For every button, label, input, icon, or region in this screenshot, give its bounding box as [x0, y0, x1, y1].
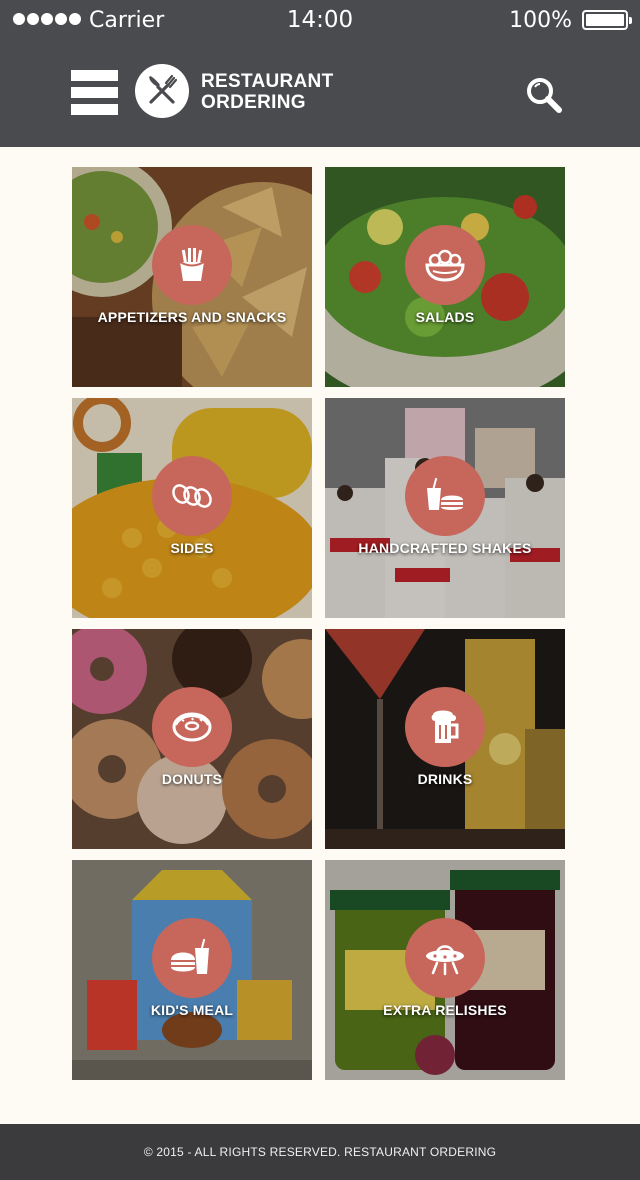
burger-drink-icon	[152, 918, 232, 998]
app-brand: RESTAURANT ORDERING	[201, 71, 333, 113]
category-tile-salads[interactable]: SALADS	[325, 167, 565, 387]
battery-percentage: 100%	[509, 8, 572, 33]
search-icon[interactable]	[525, 76, 563, 114]
footer: © 2015 - ALL RIGHTS RESERVED. RESTAURANT…	[0, 1124, 640, 1180]
battery-icon	[582, 10, 632, 30]
donut-icon	[152, 687, 232, 767]
category-label: HANDCRAFTED SHAKES	[358, 540, 532, 556]
category-label: DRINKS	[417, 771, 473, 787]
fork-knife-icon	[135, 64, 189, 118]
category-tile-sides[interactable]: SIDES	[72, 398, 312, 618]
salad-bowl-icon	[405, 225, 485, 305]
category-tile-shakes[interactable]: HANDCRAFTED SHAKES	[325, 398, 565, 618]
category-label: SALADS	[415, 309, 475, 325]
status-bar: Carrier 14:00 100%	[0, 0, 640, 40]
beer-mug-icon	[405, 687, 485, 767]
brand-line-1: RESTAURANT	[201, 71, 334, 92]
category-label: APPETIZERS AND SNACKS	[97, 309, 287, 325]
category-tile-extra-relishes[interactable]: EXTRA RELISHES	[325, 860, 565, 1080]
brand-line-2: ORDERING	[201, 92, 306, 113]
category-label: KID'S MEAL	[150, 1002, 234, 1018]
category-label: SIDES	[170, 540, 214, 556]
category-tile-drinks[interactable]: DRINKS	[325, 629, 565, 849]
ufo-icon	[405, 918, 485, 998]
category-tile-appetizers[interactable]: APPETIZERS AND SNACKS	[72, 167, 312, 387]
fries-icon	[152, 225, 232, 305]
drink-burger-icon	[405, 456, 485, 536]
category-tile-kids-meal[interactable]: KID'S MEAL	[72, 860, 312, 1080]
hamburger-menu-icon[interactable]	[71, 70, 118, 115]
copyright-text: © 2015 - ALL RIGHTS RESERVED. RESTAURANT…	[143, 1145, 497, 1159]
app-header: Carrier 14:00 100% RESTAURANT ORDERING	[0, 0, 640, 147]
category-label: DONUTS	[161, 771, 223, 787]
onion-rings-icon	[152, 456, 232, 536]
category-label: EXTRA RELISHES	[383, 1002, 507, 1018]
category-tile-donuts[interactable]: DONUTS	[72, 629, 312, 849]
